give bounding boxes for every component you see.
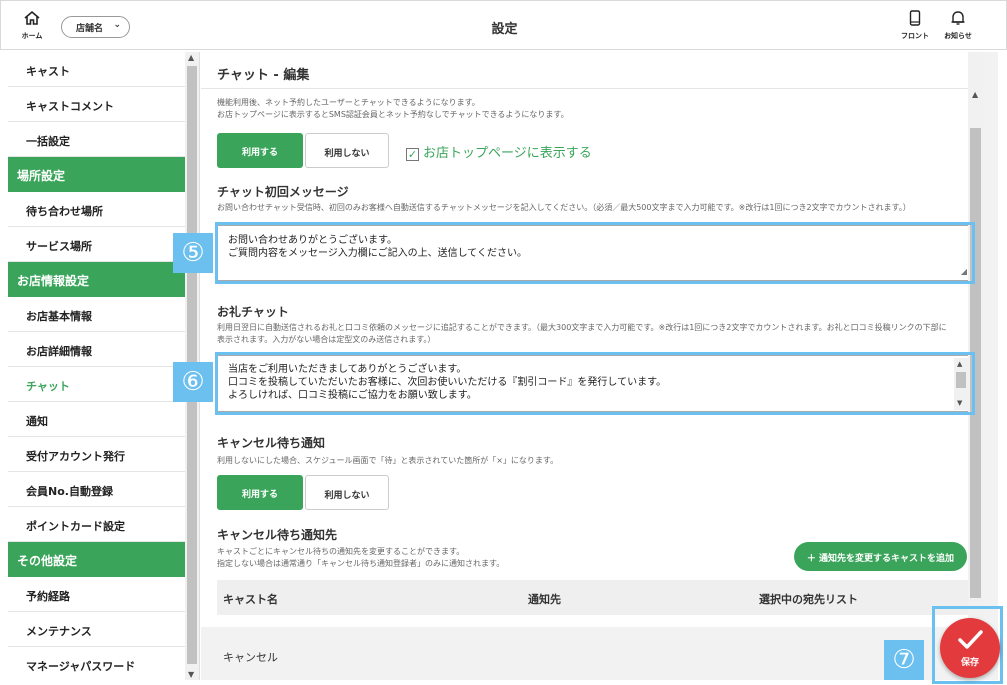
chat-edit-card: チャット - 編集 機能利用後、ネット予約したユーザーとチャットできるようになり… (201, 52, 983, 627)
front-label: フロント (901, 32, 929, 40)
cancel-button[interactable]: キャンセル (223, 649, 278, 665)
sidebar-item-service-place[interactable]: サービス場所 (8, 227, 186, 262)
sidebar-item-bulk-settings[interactable]: 一括設定 (8, 122, 186, 157)
column-cast-name: キャスト名 (223, 593, 278, 606)
section-title: チャット - 編集 (217, 68, 310, 83)
sidebar-list: キャスト キャストコメント 一括設定 場所設定 待ち合わせ場所 サービス場所 お… (8, 52, 186, 680)
sidebar-item-cast[interactable]: キャスト (8, 52, 186, 87)
sidebar-item-shop-basic[interactable]: お店基本情報 (8, 297, 186, 332)
show-top-label: お店トップページに表示する (423, 146, 592, 161)
highlight-thanks-chat (215, 352, 975, 415)
scroll-up-icon[interactable]: ▲ (972, 90, 978, 99)
cancel-wait-use-button[interactable]: 利用する (217, 475, 303, 510)
sidebar-item-chat[interactable]: チャット (8, 367, 186, 402)
divider (201, 88, 983, 89)
settings-sidebar: キャスト キャストコメント 一括設定 場所設定 待ち合わせ場所 サービス場所 お… (8, 52, 200, 680)
save-button[interactable]: 保存 (940, 618, 1000, 678)
scroll-down-icon[interactable]: ▼ (188, 670, 194, 679)
chat-usage-desc-1: 機能利用後、ネット予約したユーザーとチャットできるようになります。 (217, 98, 480, 107)
sidebar-item-point-card[interactable]: ポイントカード設定 (8, 507, 186, 542)
cancel-dest-title: キャンセル待ち通知先 (217, 528, 338, 542)
chat-use-button[interactable]: 利用する (217, 133, 303, 168)
front-button[interactable]: フロント (896, 10, 934, 41)
chat-not-use-button[interactable]: 利用しない (305, 133, 389, 168)
show-top-checkbox[interactable]: ✓ お店トップページに表示する (406, 142, 592, 161)
sidebar-section-shop-info: お店情報設定 (8, 262, 186, 297)
sidebar-item-cast-comment[interactable]: キャストコメント (8, 87, 186, 122)
marker-7: ⑦ (884, 640, 924, 680)
marker-5: ⑤ (173, 233, 213, 273)
add-cast-button[interactable]: ＋ 通知先を変更するキャストを追加 (794, 542, 967, 571)
thanks-chat-desc-1: 利用日翌日に自動送信されるお礼と口コミ依頼のメッセージに追記することができます。… (217, 323, 947, 332)
cancel-wait-not-use-button[interactable]: 利用しない (305, 475, 389, 510)
sidebar-item-shop-detail[interactable]: お店詳細情報 (8, 332, 186, 367)
sidebar-item-meeting-place[interactable]: 待ち合わせ場所 (8, 192, 186, 227)
mobile-icon (909, 10, 921, 26)
sidebar-item-maintenance[interactable]: メンテナンス (8, 612, 186, 647)
app-header: ホーム 店舗名 ⌄ 設定 フロント お知らせ (0, 0, 1007, 50)
cancel-dest-table-header: キャスト名 通知先 選択中の宛先リスト (217, 580, 973, 615)
column-selected-list: 選択中の宛先リスト (759, 593, 858, 606)
chat-usage-desc-2: お店トップページに表示するとSMS認証会員とネット予約なしでチャットできるように… (217, 110, 569, 119)
column-destination: 通知先 (528, 593, 561, 606)
cancel-dest-desc-1: キャストごとにキャンセル待ちの通知先を変更することができます。 (217, 547, 465, 556)
notice-label: お知らせ (944, 32, 972, 40)
sidebar-item-notification[interactable]: 通知 (8, 402, 186, 437)
sidebar-item-manager-password[interactable]: マネージャパスワード (8, 647, 186, 680)
scroll-up-icon[interactable]: ▲ (188, 53, 194, 62)
footer-bar: キャンセル (201, 637, 998, 680)
cancel-wait-desc: 利用しないにした場合、スケジュール画面で「待」と表示されていた箇所が「×」になり… (217, 456, 559, 465)
sidebar-item-booking-route[interactable]: 予約経路 (8, 577, 186, 612)
main-scrollbar[interactable]: ▲ (968, 52, 983, 627)
notice-button[interactable]: お知らせ (939, 10, 977, 41)
save-label: 保存 (960, 658, 979, 668)
sidebar-section-other: その他設定 (8, 542, 186, 577)
checkmark-icon (958, 630, 983, 649)
page-title: 設定 (491, 22, 518, 37)
checkmark-icon: ✓ (406, 148, 419, 161)
sidebar-item-reception-account[interactable]: 受付アカウント発行 (8, 437, 186, 472)
first-message-title: チャット初回メッセージ (217, 185, 349, 199)
sidebar-item-member-no[interactable]: 会員No.自動登録 (8, 472, 186, 507)
first-message-desc: お問い合わせチャット受信時、初回のみお客様へ自動送信するチャットメッセージを記入… (217, 203, 911, 212)
thanks-chat-desc-2: 表示されます。入力がない場合は定型文のみ送信されます。） (217, 335, 436, 344)
highlight-first-message (215, 222, 975, 284)
sidebar-section-place: 場所設定 (8, 157, 186, 192)
bell-icon (951, 11, 965, 25)
cancel-dest-desc-2: 指定しない場合は通常通り「キャンセル待ち通知登録者」のみに通知されます。 (217, 559, 505, 568)
thanks-chat-title: お礼チャット (217, 305, 289, 319)
marker-6: ⑥ (173, 362, 213, 402)
cancel-wait-title: キャンセル待ち通知 (217, 436, 326, 450)
